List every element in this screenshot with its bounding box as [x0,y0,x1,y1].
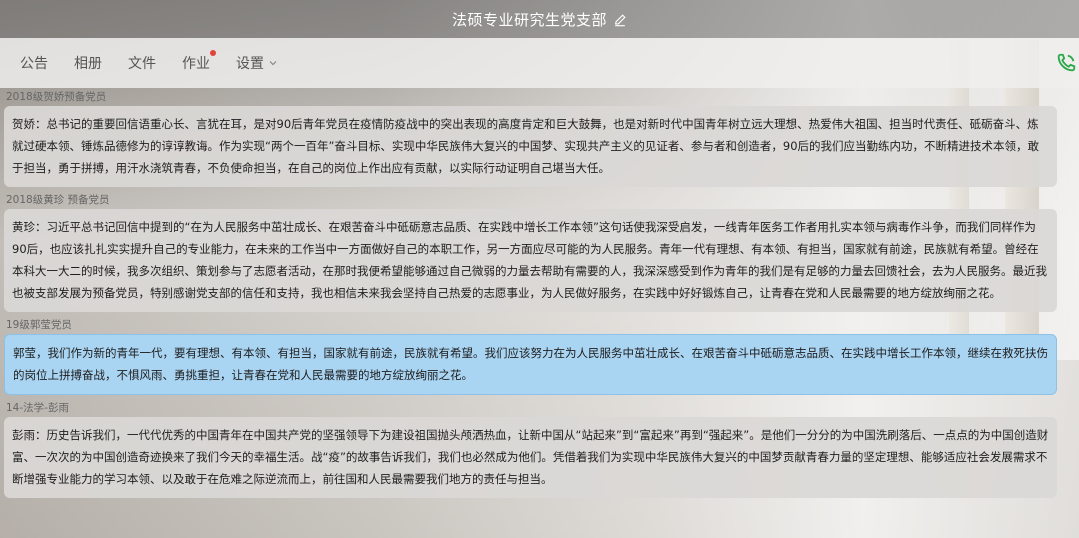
message-sender: 19级郭莹党员 [6,319,72,331]
notification-dot [210,50,216,56]
tab-label: 文件 [128,56,156,72]
tab-settings[interactable]: 设置 [236,53,278,73]
tab-label: 相册 [74,56,102,72]
tab-label: 设置 [236,56,264,72]
message-bubble[interactable]: 贺娇：总书记的重要回信语重心长、言犹在耳，是对90后青年党员在疫情防疫战中的突出… [4,106,1057,187]
message-sender: 2018级黄珍 预备党员 [6,194,110,206]
tab-label: 公告 [20,56,48,72]
tab-announcement[interactable]: 公告 [20,53,48,73]
group-tabs: 公告 相册 文件 作业 设置 [0,38,1079,88]
tab-album[interactable]: 相册 [74,53,102,73]
message-bubble[interactable]: 彭雨：历史告诉我们，一代代优秀的中国青年在中国共产党的坚强领导下为建设祖国抛头颅… [4,417,1057,498]
tab-label: 作业 [182,56,210,72]
message-bubble-selected[interactable]: 郭莹，我们作为新的青年一代，要有理想、有本领、有担当，国家就有前途，民族就有希望… [4,334,1057,395]
tab-files[interactable]: 文件 [128,53,156,73]
message-sender: 14-法学-彭雨 [6,402,69,414]
message-sender: 2018级贺娇预备党员 [6,91,107,103]
message-feed: 2018级贺娇预备党员 贺娇：总书记的重要回信语重心长、言犹在耳，是对90后青年… [0,88,1079,538]
tab-homework[interactable]: 作业 [182,50,216,73]
title-bar: 法硕专业研究生党支部 [0,0,1079,38]
edit-icon[interactable] [613,12,627,27]
phone-icon[interactable] [1055,52,1077,74]
group-title: 法硕专业研究生党支部 [451,10,607,29]
chevron-down-icon [269,61,277,66]
message-bubble[interactable]: 黄珍：习近平总书记回信中提到的“在为人民服务中茁壮成长、在艰苦奋斗中砥砺意志品质… [4,209,1057,312]
